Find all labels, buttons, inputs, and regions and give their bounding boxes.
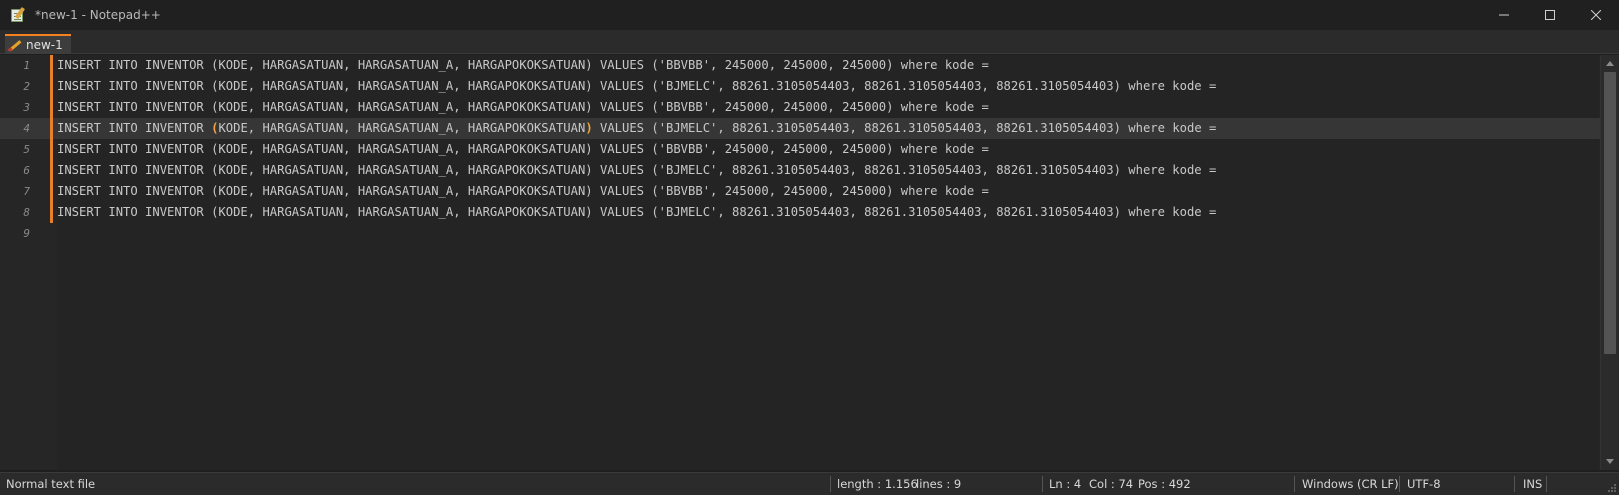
tab-new-1[interactable]: new-1 bbox=[5, 34, 71, 54]
change-marker bbox=[50, 118, 53, 139]
change-marker bbox=[50, 202, 53, 223]
line-2[interactable]: 2 INSERT INTO INVENTOR (KODE, HARGASATUA… bbox=[0, 76, 1619, 97]
line-text-post: VALUES ('BJMELC', 88261.3105054403, 8826… bbox=[592, 121, 1217, 135]
line-4-current[interactable]: 4 INSERT INTO INVENTOR (KODE, HARGASATUA… bbox=[0, 118, 1619, 139]
line-text-mid: KODE, HARGASATUAN, HARGASATUAN_A, HARGAP… bbox=[218, 121, 586, 135]
status-separator bbox=[1546, 476, 1547, 492]
line-number: 2 bbox=[23, 80, 30, 93]
status-separator bbox=[1294, 476, 1295, 492]
line-8[interactable]: 8 INSERT INTO INVENTOR (KODE, HARGASATUA… bbox=[0, 202, 1619, 223]
line-number: 8 bbox=[23, 206, 30, 219]
line-number: 3 bbox=[23, 101, 30, 114]
change-marker bbox=[50, 97, 53, 118]
line-9[interactable]: 9 bbox=[0, 223, 1619, 244]
status-col: Col : 74 bbox=[1089, 477, 1134, 491]
line-text[interactable]: INSERT INTO INVENTOR (KODE, HARGASATUAN,… bbox=[57, 181, 989, 202]
line-text-pre: INSERT INTO INVENTOR bbox=[57, 121, 212, 135]
minimize-button[interactable] bbox=[1481, 0, 1527, 30]
change-marker bbox=[50, 160, 53, 181]
brace-close-highlight: ) bbox=[585, 121, 593, 135]
window-title: *new-1 - Notepad++ bbox=[35, 8, 161, 22]
status-separator bbox=[1042, 476, 1043, 492]
line-text[interactable]: INSERT INTO INVENTOR (KODE, HARGASATUAN,… bbox=[57, 76, 1216, 97]
line-number: 5 bbox=[23, 143, 30, 156]
status-lines: lines : 9 bbox=[916, 477, 962, 491]
minimize-icon bbox=[1499, 14, 1509, 16]
change-marker bbox=[50, 139, 53, 160]
line-3[interactable]: 3 INSERT INTO INVENTOR (KODE, HARGASATUA… bbox=[0, 97, 1619, 118]
status-eol[interactable]: Windows (CR LF) bbox=[1302, 473, 1399, 495]
line-text[interactable]: INSERT INTO INVENTOR (KODE, HARGASATUAN,… bbox=[57, 55, 989, 76]
tab-label: new-1 bbox=[26, 38, 63, 52]
status-separator bbox=[830, 476, 831, 492]
change-marker bbox=[50, 55, 53, 76]
line-number: 9 bbox=[23, 227, 30, 240]
status-pos: Pos : 492 bbox=[1138, 477, 1191, 491]
close-button[interactable] bbox=[1573, 0, 1619, 30]
status-separator bbox=[1514, 476, 1515, 492]
status-insert-mode[interactable]: INS bbox=[1523, 473, 1542, 495]
change-marker bbox=[50, 76, 53, 97]
tab-bar: new-1 bbox=[0, 30, 1619, 54]
resize-grip-icon[interactable] bbox=[1607, 483, 1617, 493]
line-5[interactable]: 5 INSERT INTO INVENTOR (KODE, HARGASATUA… bbox=[0, 139, 1619, 160]
maximize-icon bbox=[1545, 10, 1555, 20]
line-text[interactable]: INSERT INTO INVENTOR (KODE, HARGASATUAN,… bbox=[57, 118, 1216, 139]
line-7[interactable]: 7 INSERT INTO INVENTOR (KODE, HARGASATUA… bbox=[0, 181, 1619, 202]
line-6[interactable]: 6 INSERT INTO INVENTOR (KODE, HARGASATUA… bbox=[0, 160, 1619, 181]
notepad-plus-plus-icon[interactable] bbox=[10, 6, 26, 23]
line-text[interactable]: INSERT INTO INVENTOR (KODE, HARGASATUAN,… bbox=[57, 97, 989, 118]
line-text[interactable]: INSERT INTO INVENTOR (KODE, HARGASATUAN,… bbox=[57, 202, 1216, 223]
close-icon bbox=[1591, 10, 1601, 20]
line-1[interactable]: 1 INSERT INTO INVENTOR (KODE, HARGASATUA… bbox=[0, 55, 1619, 76]
line-text[interactable]: INSERT INTO INVENTOR (KODE, HARGASATUAN,… bbox=[57, 139, 989, 160]
line-number: 4 bbox=[23, 122, 30, 135]
chevron-down-icon bbox=[1606, 459, 1614, 464]
change-marker bbox=[50, 181, 53, 202]
line-number: 7 bbox=[23, 185, 30, 198]
line-number: 6 bbox=[23, 164, 30, 177]
scroll-down-button[interactable] bbox=[1601, 453, 1619, 470]
title-bar[interactable]: *new-1 - Notepad++ bbox=[0, 0, 1619, 30]
scrollbar-thumb[interactable] bbox=[1604, 72, 1616, 354]
status-file-type: Normal text file bbox=[6, 477, 96, 491]
line-number: 1 bbox=[23, 59, 30, 72]
pencil-unsaved-icon bbox=[7, 38, 22, 52]
vertical-scrollbar[interactable] bbox=[1600, 55, 1619, 470]
chevron-up-icon bbox=[1606, 61, 1614, 66]
window-controls bbox=[1481, 0, 1619, 30]
status-length: length : 1.156 bbox=[837, 477, 918, 491]
line-text[interactable]: INSERT INTO INVENTOR (KODE, HARGASATUAN,… bbox=[57, 160, 1216, 181]
status-ln: Ln : 4 bbox=[1049, 477, 1082, 491]
status-bar: Normal text file length : 1.156 lines : … bbox=[0, 472, 1619, 495]
status-separator bbox=[1399, 476, 1400, 492]
editor[interactable]: 1 INSERT INTO INVENTOR (KODE, HARGASATUA… bbox=[0, 55, 1619, 470]
maximize-button[interactable] bbox=[1527, 0, 1573, 30]
status-encoding[interactable]: UTF-8 bbox=[1407, 473, 1441, 495]
scroll-up-button[interactable] bbox=[1601, 55, 1619, 72]
